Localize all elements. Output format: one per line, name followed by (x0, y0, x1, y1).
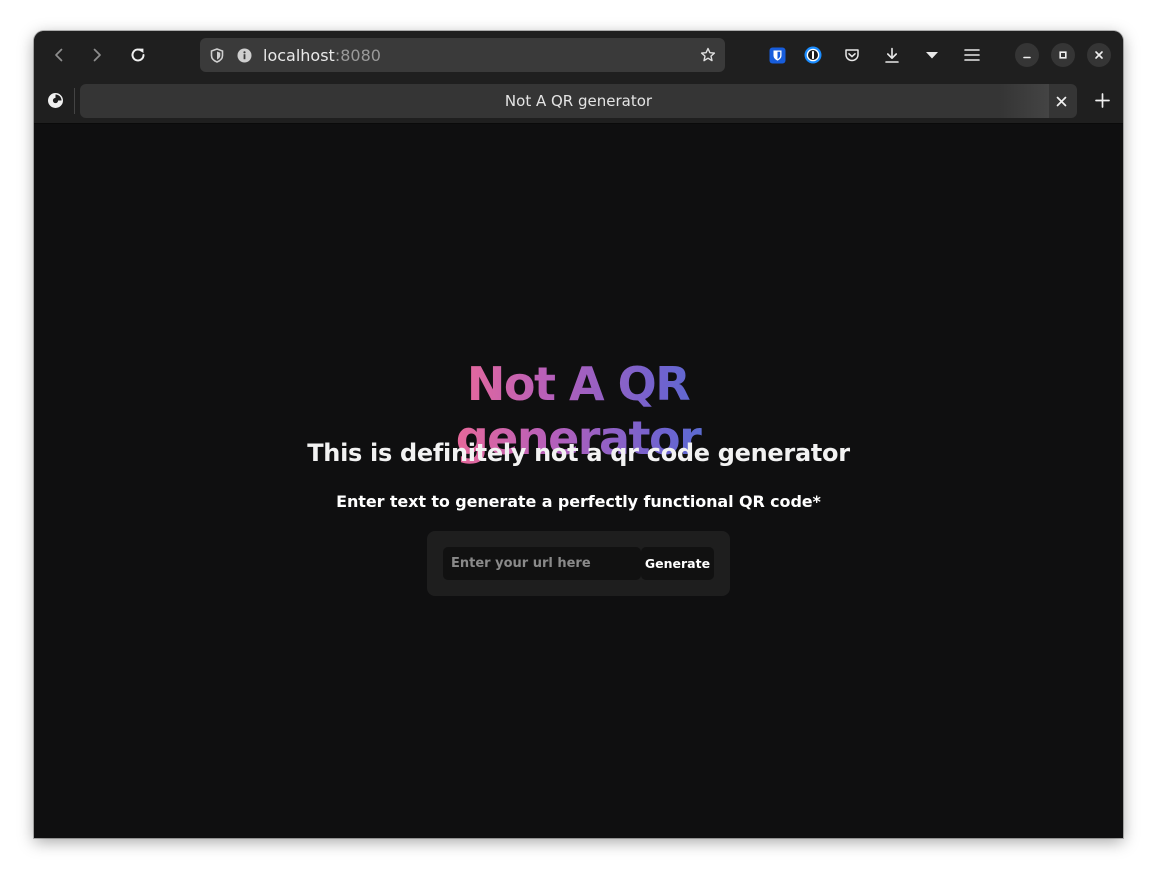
onepassword-extension-button[interactable] (797, 39, 829, 71)
url-bar[interactable]: localhost:8080 (200, 38, 725, 72)
pocket-button[interactable] (836, 39, 868, 71)
new-tab-icon (1094, 92, 1110, 108)
tab-strip: Not A QR generator (34, 79, 1123, 124)
hamburger-menu-icon (964, 49, 980, 61)
forward-button[interactable] (81, 39, 113, 71)
tab-title: Not A QR generator (504, 92, 653, 110)
bitwarden-extension-button[interactable] (761, 39, 793, 71)
shield-icon[interactable] (209, 47, 225, 63)
tab-active[interactable]: Not A QR generator (80, 84, 1077, 118)
qr-form: Generate (427, 531, 730, 596)
tab-close-button[interactable] (1051, 91, 1071, 111)
url-text[interactable]: localhost:8080 (263, 46, 381, 65)
bitwarden-icon (769, 47, 785, 63)
close-window-button[interactable] (1087, 43, 1111, 67)
close-icon (1095, 51, 1103, 59)
downloads-button[interactable] (876, 39, 908, 71)
url-host: localhost (263, 46, 335, 65)
reload-button[interactable] (122, 39, 154, 71)
back-button[interactable] (43, 39, 75, 71)
new-tab-button[interactable] (1086, 84, 1118, 116)
firefox-view-button[interactable] (39, 84, 71, 116)
pocket-icon (845, 49, 859, 62)
tab-close-icon (1056, 96, 1066, 106)
page-subtitle: This is definitely not a qr code generat… (307, 439, 850, 467)
url-input[interactable] (443, 547, 641, 580)
download-icon (885, 47, 899, 63)
onepassword-icon (804, 46, 822, 64)
dropdown-arrow-icon (926, 52, 938, 59)
browser-toolbar: localhost:8080 (34, 31, 1123, 79)
generate-button[interactable]: Generate (641, 547, 714, 580)
tab-separator (74, 88, 75, 114)
maximize-button[interactable] (1051, 43, 1075, 67)
info-icon[interactable] (236, 47, 252, 63)
instruction-text: Enter text to generate a perfectly funct… (336, 492, 821, 511)
tab-title-fade (999, 84, 1049, 118)
minimize-button[interactable] (1015, 43, 1039, 67)
url-port: :8080 (334, 46, 381, 65)
browser-window: localhost:8080 Not A QR generator Not A … (34, 31, 1123, 838)
minimize-icon (1023, 56, 1031, 59)
maximize-icon (1059, 51, 1067, 59)
star-icon[interactable] (700, 47, 716, 63)
back-arrow-icon (55, 48, 63, 62)
app-menu-button[interactable] (956, 39, 988, 71)
firefox-view-icon (47, 92, 63, 108)
reload-icon (131, 48, 145, 62)
forward-arrow-icon (93, 48, 101, 62)
page-content: Not A QR generator This is definitely no… (34, 124, 1123, 838)
extensions-dropdown-button[interactable] (916, 39, 948, 71)
